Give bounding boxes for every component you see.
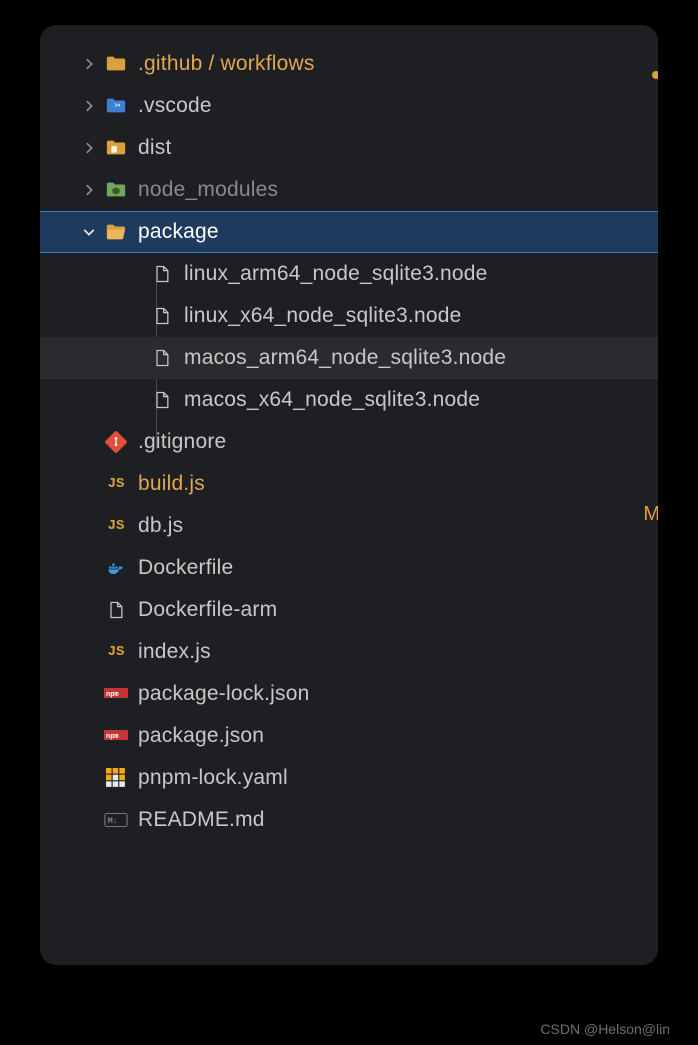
tree-item-label: linux_arm64_node_sqlite3.node: [184, 262, 488, 286]
tree-item-label: node_modules: [138, 178, 278, 202]
tree-item-label: package-lock.json: [138, 682, 310, 706]
docker-icon: [104, 556, 128, 580]
js-icon: JS: [104, 472, 128, 496]
tree-file[interactable]: JS build.js: [40, 463, 658, 505]
tree-folder[interactable]: node_modules: [40, 169, 658, 211]
chevron-right-icon[interactable]: [80, 139, 98, 157]
tree-item-label: .gitignore: [138, 430, 226, 454]
tree-file[interactable]: npm package.json: [40, 715, 658, 757]
tree-folder[interactable]: dist: [40, 127, 658, 169]
svg-text:npm: npm: [106, 691, 119, 699]
tree-item-label: db.js: [138, 514, 183, 538]
tree-item-label: build.js: [138, 472, 205, 496]
pnpm-icon: [104, 766, 128, 790]
tree-item-label: .vscode: [138, 94, 212, 118]
tree-item-label: index.js: [138, 640, 211, 664]
folder-git-icon: [104, 52, 128, 76]
tree-item-label: README.md: [138, 808, 265, 832]
tree-item-label: macos_x64_node_sqlite3.node: [184, 388, 480, 412]
watermark-text: CSDN @Helson@lin: [540, 1021, 670, 1037]
js-icon: JS: [104, 640, 128, 664]
md-icon: M↓: [104, 808, 128, 832]
tree-file[interactable]: linux_x64_node_sqlite3.node: [40, 295, 658, 337]
tree-file[interactable]: Dockerfile: [40, 547, 658, 589]
file-icon: [104, 598, 128, 622]
tree-file[interactable]: pnpm-lock.yaml: [40, 757, 658, 799]
folder-open-icon: [104, 220, 128, 244]
tree-item-label: Dockerfile: [138, 556, 233, 580]
file-icon: [150, 388, 174, 412]
tree-item-label: dist: [138, 136, 171, 160]
file-icon: [150, 304, 174, 328]
tree-file[interactable]: npm package-lock.json: [40, 673, 658, 715]
tree-file[interactable]: M↓ README.md: [40, 799, 658, 841]
tree-item-label: pnpm-lock.yaml: [138, 766, 288, 790]
file-icon: [150, 262, 174, 286]
file-explorer-panel: M .github / workflows.vscodedistnode_mod…: [40, 25, 658, 965]
tree-folder[interactable]: .vscode: [40, 85, 658, 127]
folder-vscode-icon: [104, 94, 128, 118]
tree-item-label: package.json: [138, 724, 264, 748]
npm-icon: npm: [104, 724, 128, 748]
folder-node-icon: [104, 178, 128, 202]
file-icon: [150, 346, 174, 370]
tree-item-label: Dockerfile-arm: [138, 598, 277, 622]
tree-file[interactable]: Dockerfile-arm: [40, 589, 658, 631]
chevron-right-icon[interactable]: [80, 97, 98, 115]
chevron-right-icon[interactable]: [80, 181, 98, 199]
folder-dist-icon: [104, 136, 128, 160]
npm-icon: npm: [104, 682, 128, 706]
tree-item-label: macos_arm64_node_sqlite3.node: [184, 346, 506, 370]
tree-file[interactable]: .gitignore: [40, 421, 658, 463]
chevron-down-icon[interactable]: [80, 223, 98, 241]
tree-file[interactable]: JS db.js: [40, 505, 658, 547]
tree-item-label: package: [138, 220, 219, 244]
tree-folder[interactable]: .github / workflows: [40, 43, 658, 85]
tree-folder[interactable]: package: [40, 211, 658, 253]
tree-item-label: .github / workflows: [138, 52, 315, 76]
tree-file[interactable]: JS index.js: [40, 631, 658, 673]
svg-text:npm: npm: [106, 733, 119, 741]
js-icon: JS: [104, 514, 128, 538]
file-tree: .github / workflows .vscode dist node_modul…: [40, 25, 658, 841]
tree-item-label: linux_x64_node_sqlite3.node: [184, 304, 461, 328]
svg-text:M↓: M↓: [108, 817, 118, 826]
git-icon: [104, 430, 128, 454]
tree-file[interactable]: macos_arm64_node_sqlite3.node: [40, 337, 658, 379]
tree-file[interactable]: macos_x64_node_sqlite3.node: [40, 379, 658, 421]
chevron-right-icon[interactable]: [80, 55, 98, 73]
tree-file[interactable]: linux_arm64_node_sqlite3.node: [40, 253, 658, 295]
